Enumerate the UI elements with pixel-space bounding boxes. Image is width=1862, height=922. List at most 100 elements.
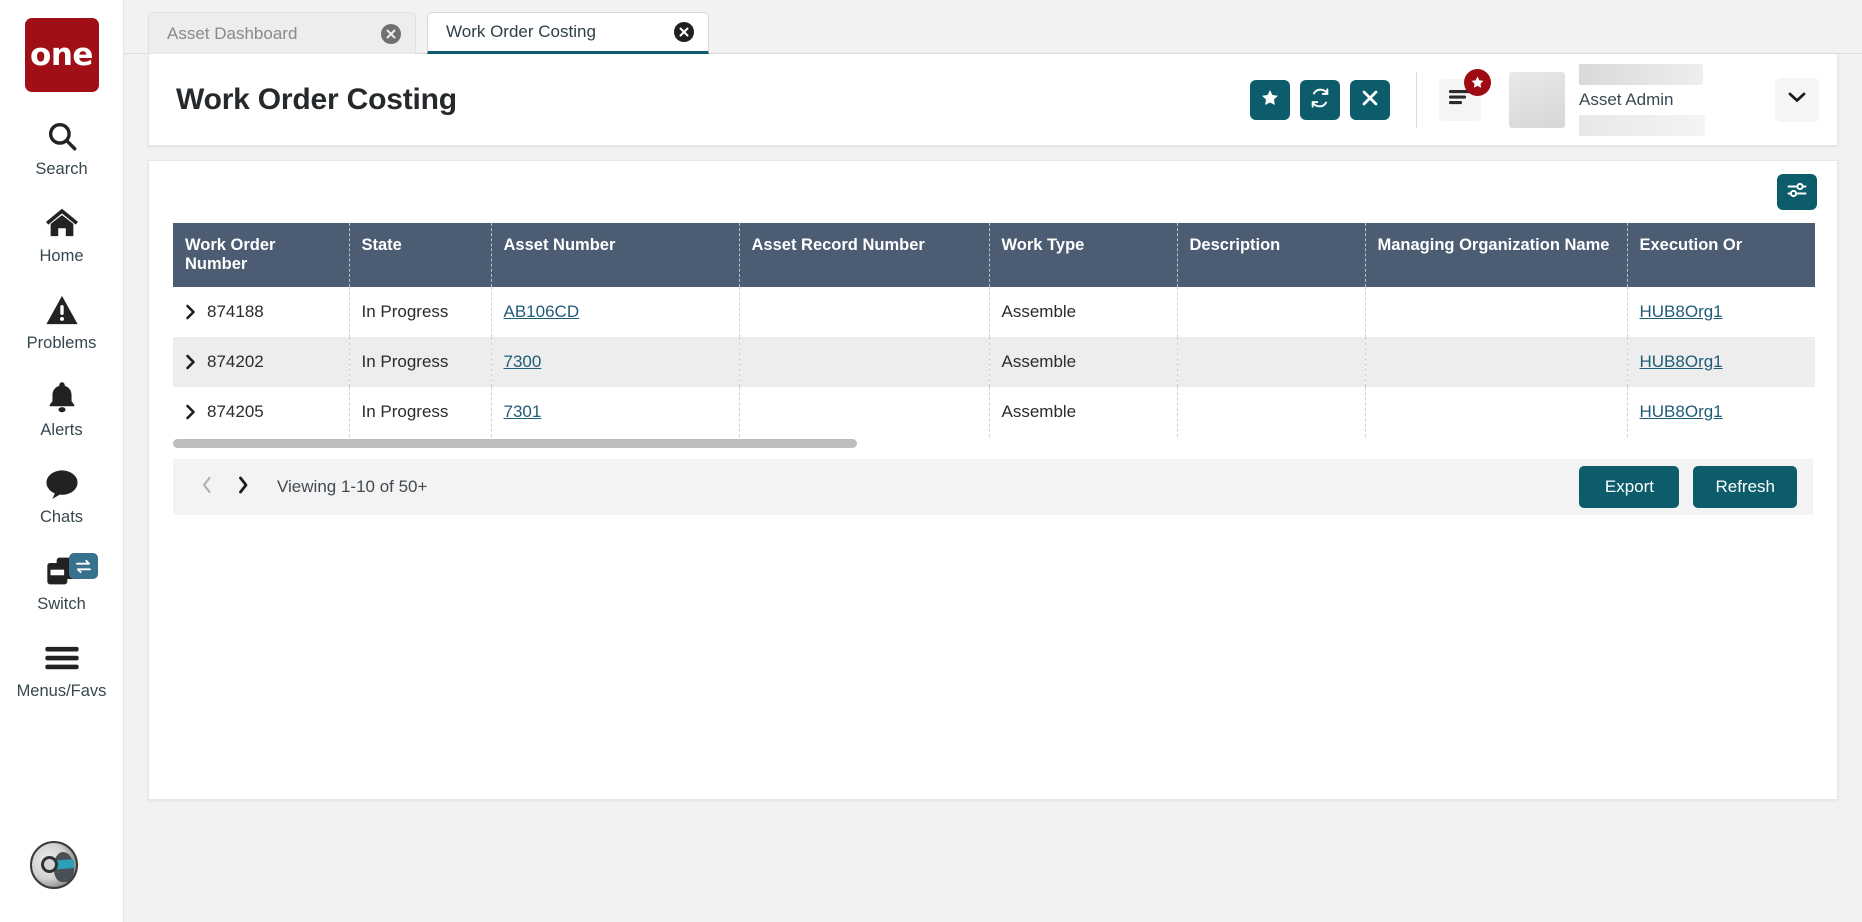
refresh-button[interactable]: Refresh	[1693, 466, 1797, 508]
grid-scroll-container: Work Order Number State Asset Number Ass…	[173, 223, 1815, 437]
favorite-button[interactable]	[1250, 79, 1290, 120]
hamburger-icon	[44, 640, 80, 676]
previous-page-button[interactable]	[189, 469, 225, 505]
context-menu-button[interactable]	[1439, 68, 1491, 121]
cell-work-order-number: 874188	[173, 287, 350, 337]
column-header-work-order-number[interactable]: Work Order Number	[173, 223, 350, 287]
sidebar-item-home[interactable]: Home	[0, 205, 124, 266]
swap-arrows-icon[interactable]	[68, 553, 98, 579]
robot-profile-avatar[interactable]	[30, 841, 78, 889]
asset-number-link[interactable]: 7300	[504, 352, 542, 371]
close-circle-icon[interactable]	[674, 22, 694, 42]
execution-org-link[interactable]: HUB8Org1	[1640, 402, 1723, 421]
work-order-number-text: 874202	[207, 352, 264, 371]
warning-triangle-icon	[45, 292, 79, 328]
chevron-down-icon	[1787, 90, 1807, 109]
user-profile-block[interactable]: Asset Admin	[1509, 63, 1819, 136]
chevron-right-icon[interactable]	[185, 354, 196, 370]
tab-asset-dashboard[interactable]: Asset Dashboard	[148, 12, 416, 54]
next-page-button[interactable]	[225, 469, 261, 505]
column-header-state[interactable]: State	[349, 223, 492, 287]
chevron-right-icon[interactable]	[185, 304, 196, 320]
tab-work-order-costing[interactable]: Work Order Costing	[427, 12, 709, 54]
tab-strip: Asset Dashboard Work Order Costing	[124, 0, 1862, 54]
sidebar-item-search[interactable]: Search	[0, 118, 124, 179]
table-header: Work Order Number State Asset Number Ass…	[173, 223, 1815, 287]
grid-footer: Viewing 1-10 of 50+ Export Refresh	[173, 459, 1813, 515]
table-header-row: Work Order Number State Asset Number Ass…	[173, 223, 1815, 287]
cell-description	[1177, 337, 1366, 387]
execution-org-link[interactable]: HUB8Org1	[1640, 352, 1723, 371]
cell-work-type: Assemble	[989, 337, 1178, 387]
column-header-description[interactable]: Description	[1177, 223, 1366, 287]
chat-bubble-icon	[45, 466, 79, 502]
user-name-redacted	[1579, 63, 1703, 85]
close-circle-icon[interactable]	[381, 23, 401, 44]
x-icon	[1361, 89, 1379, 110]
cell-execution-org: HUB8Org1	[1627, 387, 1815, 437]
grid-toolbar	[149, 161, 1837, 223]
sidebar-item-label: Search	[35, 160, 88, 178]
sidebar-item-menus-favs[interactable]: Menus/Favs	[0, 640, 124, 701]
table-row[interactable]: 874205 In Progress 7301 Assemble HUB8Org…	[173, 387, 1815, 437]
column-header-asset-number[interactable]: Asset Number	[491, 223, 740, 287]
star-icon	[1260, 88, 1280, 111]
chevron-left-icon	[201, 476, 213, 499]
cell-managing-organization-name	[1365, 287, 1628, 337]
table-row[interactable]: 874188 In Progress AB106CD Assemble HUB8…	[173, 287, 1815, 337]
work-order-number-text: 874188	[207, 302, 264, 321]
user-info: Asset Admin	[1579, 63, 1765, 136]
application-root: one Search Home Problems Alerts Chats Sw…	[0, 0, 1862, 922]
sidebar-item-label: Switch	[37, 595, 86, 613]
column-header-managing-organization-name[interactable]: Managing Organization Name	[1365, 223, 1628, 287]
sidebar-item-problems[interactable]: Problems	[0, 292, 124, 353]
horizontal-scrollbar-track[interactable]	[173, 439, 1813, 448]
tab-label: Work Order Costing	[446, 22, 596, 41]
work-order-number-text: 874205	[207, 402, 264, 421]
sidebar-item-alerts[interactable]: Alerts	[0, 379, 124, 440]
sidebar-item-label: Menus/Favs	[16, 682, 107, 700]
cell-asset-record-number	[739, 337, 990, 387]
user-menu-toggle[interactable]	[1775, 77, 1819, 122]
left-navigation-rail: one Search Home Problems Alerts Chats Sw…	[0, 0, 124, 922]
table-body: 874188 In Progress AB106CD Assemble HUB8…	[173, 287, 1815, 437]
work-order-table: Work Order Number State Asset Number Ass…	[173, 223, 1815, 437]
page-body: Work Order Costing Asset Admin Work Orde…	[124, 54, 1862, 922]
chevron-right-icon[interactable]	[185, 404, 196, 420]
sidebar-item-switch[interactable]: Switch	[0, 553, 124, 614]
settings-sliders-icon	[1786, 180, 1808, 205]
footer-action-group: Export Refresh	[1579, 466, 1797, 508]
cell-asset-number: AB106CD	[491, 287, 740, 337]
cell-work-order-number: 874202	[173, 337, 350, 387]
column-header-execution-org[interactable]: Execution Or	[1627, 223, 1815, 287]
work-order-grid-card: Work Order Number State Asset Number Ass…	[148, 160, 1838, 800]
user-avatar	[1509, 71, 1565, 128]
home-icon	[44, 205, 80, 241]
cell-description	[1177, 387, 1366, 437]
asset-number-link[interactable]: AB106CD	[504, 302, 580, 321]
cell-asset-record-number	[739, 387, 990, 437]
cell-description	[1177, 287, 1366, 337]
sidebar-item-label: Chats	[39, 508, 84, 526]
table-row[interactable]: 874202 In Progress 7300 Assemble HUB8Org…	[173, 337, 1815, 387]
close-page-button[interactable]	[1350, 79, 1390, 120]
column-header-work-type[interactable]: Work Type	[989, 223, 1178, 287]
column-header-asset-record-number[interactable]: Asset Record Number	[739, 223, 990, 287]
chevron-right-icon	[237, 476, 249, 499]
grid-settings-button[interactable]	[1777, 174, 1817, 210]
page-header: Work Order Costing Asset Admin	[148, 54, 1838, 146]
export-button[interactable]: Export	[1579, 466, 1680, 508]
execution-org-link[interactable]: HUB8Org1	[1640, 302, 1723, 321]
search-icon	[45, 118, 79, 154]
star-badge-icon	[1464, 68, 1491, 96]
horizontal-scrollbar-thumb[interactable]	[173, 439, 857, 448]
refresh-page-button[interactable]	[1300, 79, 1340, 120]
tab-label: Asset Dashboard	[167, 23, 298, 43]
page-title: Work Order Costing	[176, 82, 457, 116]
asset-number-link[interactable]: 7301	[504, 402, 542, 421]
sidebar-item-chats[interactable]: Chats	[0, 466, 124, 527]
one-network-logo[interactable]: one	[24, 18, 99, 92]
cell-managing-organization-name	[1365, 337, 1628, 387]
cell-work-order-number: 874205	[173, 387, 350, 437]
header-action-group: Asset Admin	[1240, 63, 1837, 136]
